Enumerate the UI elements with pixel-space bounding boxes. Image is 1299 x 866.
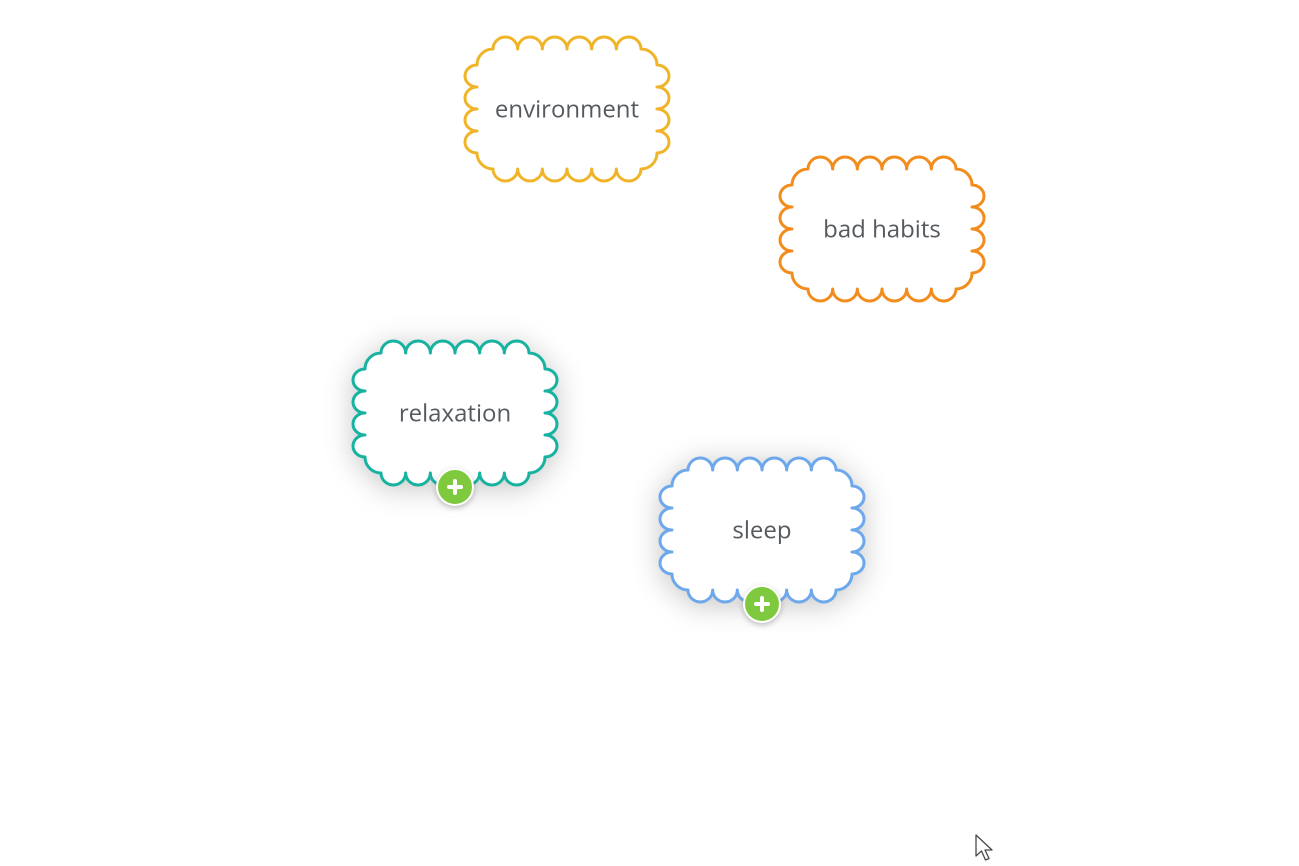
add-child-button[interactable]	[743, 585, 781, 623]
mindmap-canvas[interactable]: environment bad habits relaxation sleep	[0, 0, 1299, 866]
cloud-shape-icon	[776, 153, 988, 305]
cloud-shape-icon	[349, 337, 561, 489]
node-bad-habits[interactable]: bad habits	[776, 153, 988, 305]
add-child-button[interactable]	[436, 468, 474, 506]
cloud-shape-icon	[461, 33, 673, 185]
cursor-icon	[975, 834, 995, 862]
node-sleep[interactable]: sleep	[656, 454, 868, 606]
node-environment[interactable]: environment	[461, 33, 673, 185]
node-relaxation[interactable]: relaxation	[349, 337, 561, 489]
cloud-shape-icon	[656, 454, 868, 606]
